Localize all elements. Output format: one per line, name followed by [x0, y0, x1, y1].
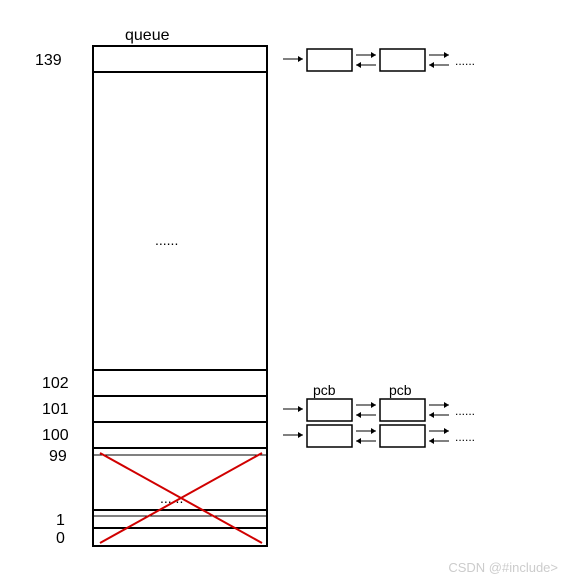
priority-label-102: 102	[42, 375, 69, 392]
linked-list-139: ......	[283, 49, 475, 71]
queue-title: queue	[125, 27, 170, 44]
pcb-node	[380, 425, 425, 447]
ellipsis-middle: ......	[155, 232, 178, 248]
ellipsis-list: ......	[455, 430, 475, 444]
pcb-label: pcb	[389, 382, 412, 398]
linked-list-100: ......	[283, 425, 475, 447]
priority-label-139: 139	[35, 52, 62, 69]
priority-label-99: 99	[49, 448, 67, 465]
pcb-label: pcb	[313, 382, 336, 398]
pcb-node	[307, 49, 352, 71]
pcb-node	[380, 49, 425, 71]
watermark: CSDN @#include>	[448, 560, 558, 575]
priority-label-100: 100	[42, 427, 69, 444]
priority-label-101: 101	[42, 401, 69, 418]
priority-label-1: 1	[56, 512, 65, 529]
pcb-node	[380, 399, 425, 421]
pcb-node	[307, 399, 352, 421]
linked-list-101: pcb pcb ......	[283, 382, 475, 421]
ellipsis-list: ......	[455, 404, 475, 418]
pcb-node	[307, 425, 352, 447]
queue-array	[93, 46, 267, 546]
priority-label-0: 0	[56, 530, 65, 547]
ellipsis-list: ......	[455, 54, 475, 68]
